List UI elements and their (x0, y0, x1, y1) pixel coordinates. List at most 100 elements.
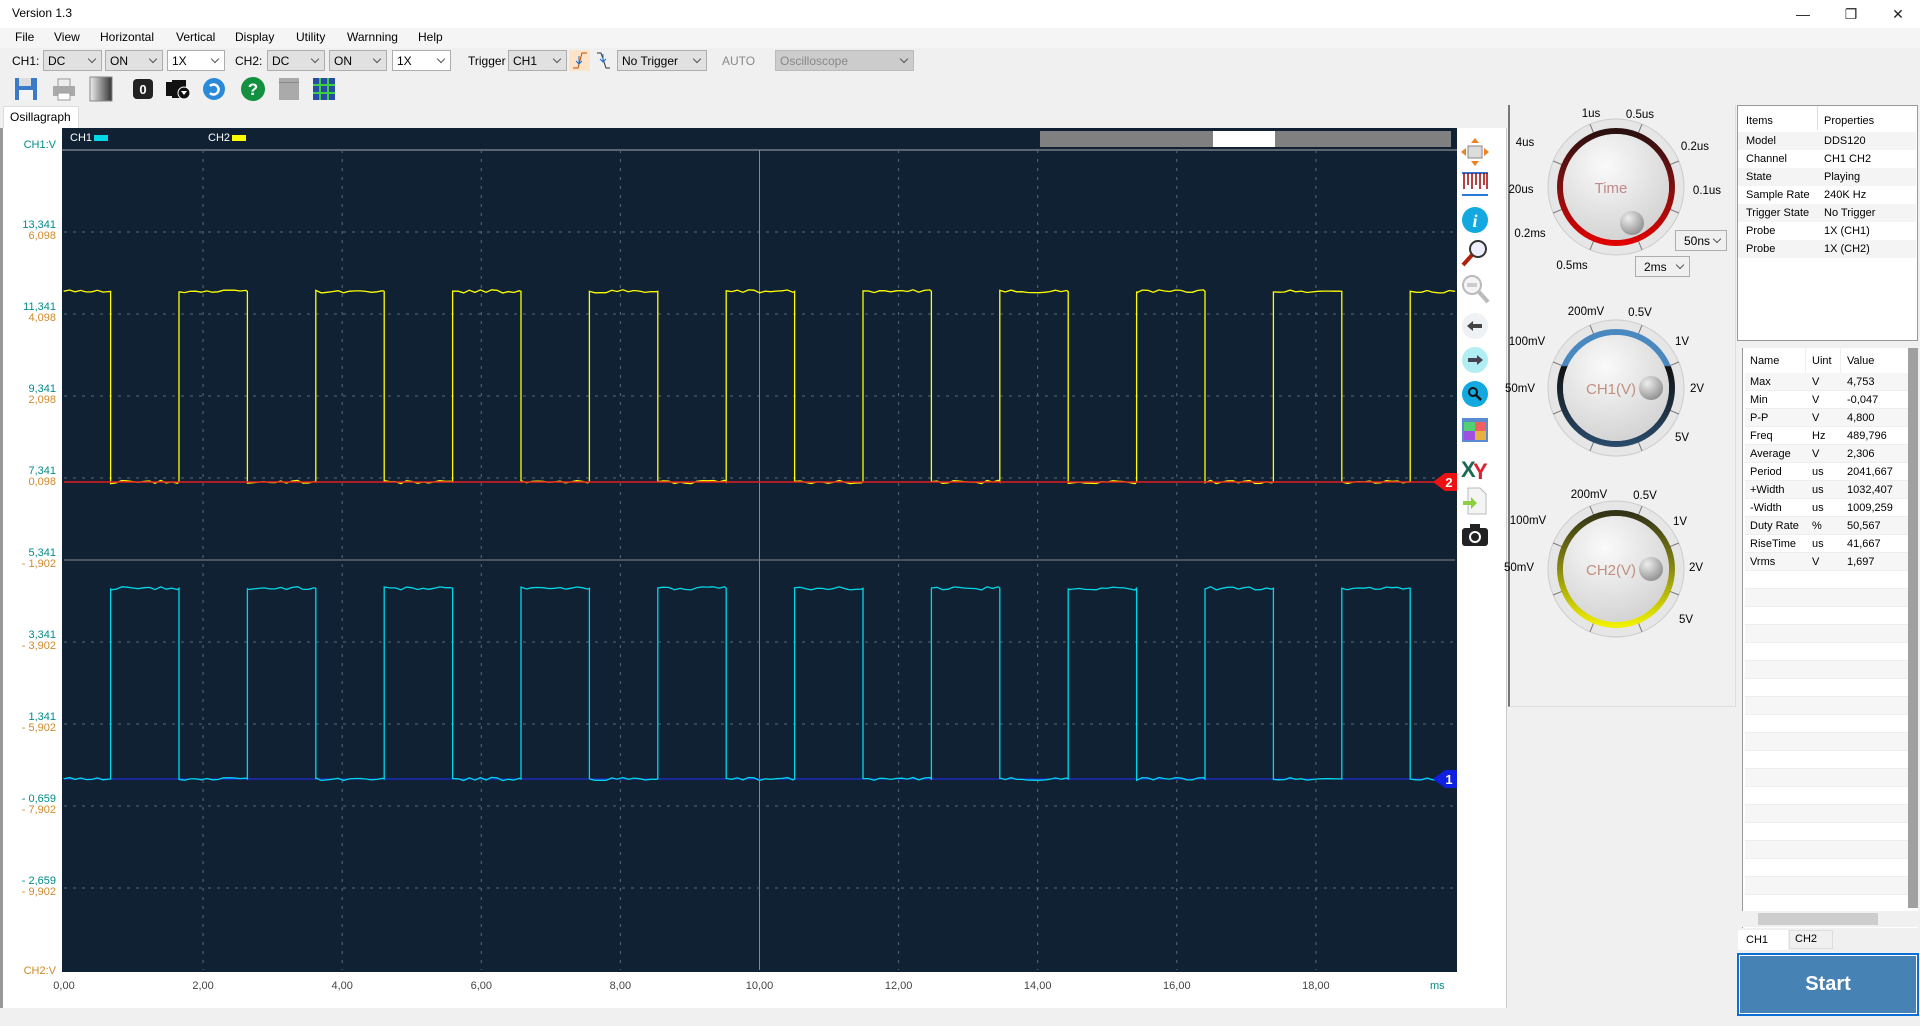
scrollbar-thumb[interactable] (1758, 913, 1878, 925)
x-axis-labels: ms 0,00 2,00 4,00 6,00 8,00 10,00 12,00 14,00 16… (53, 972, 1462, 1008)
knob-scale-label[interactable]: 0.2ms (1514, 228, 1545, 240)
empty-row (1745, 841, 1909, 859)
menu-view[interactable]: View (54, 30, 80, 44)
timebase-select[interactable]: 2ms (1635, 256, 1690, 277)
restore-button[interactable]: ❐ (1831, 2, 1871, 26)
grid-icon[interactable] (311, 76, 337, 102)
knob-scale-label[interactable]: 100mV (1509, 336, 1545, 348)
export-icon[interactable] (1460, 486, 1490, 516)
knob-scale-label[interactable]: 0.5us (1626, 109, 1654, 121)
knob-scale-label[interactable]: 200mV (1568, 306, 1604, 318)
menu-file[interactable]: File (15, 30, 34, 44)
knob-scale-label[interactable]: 4us (1516, 137, 1535, 149)
time-fine-value: 50ns (1684, 234, 1711, 248)
rising-edge-icon[interactable] (569, 50, 590, 71)
ch2-probe-select[interactable]: 1X (392, 50, 451, 71)
menu-utility[interactable]: Utility (296, 30, 325, 44)
ch1-coupling-select[interactable]: DC (43, 50, 102, 71)
horizontal-position-scrollbar[interactable] (1040, 131, 1451, 147)
knob-scale-label[interactable]: 2V (1690, 383, 1704, 395)
panel-icon[interactable] (276, 76, 302, 102)
color-palette-icon[interactable] (1460, 415, 1490, 445)
knob-scale-label[interactable]: 50mV (1505, 383, 1535, 395)
ch1-state-select[interactable]: ON (105, 50, 163, 71)
camera-icon[interactable] (1460, 520, 1490, 550)
info-icon[interactable]: i (1460, 205, 1490, 235)
oscilloscope-plot[interactable]: 21 CH1 CH2 (62, 128, 1457, 972)
measurement-value: 4,753 (1847, 376, 1875, 388)
refresh-icon[interactable] (201, 76, 227, 102)
ch2-state-select[interactable]: ON (329, 50, 387, 71)
zoom-in-icon[interactable] (1460, 238, 1490, 268)
knob-scale-label[interactable]: 5V (1679, 614, 1693, 626)
knob-scale-label[interactable]: 20us (1509, 184, 1534, 196)
record-icon[interactable] (165, 76, 191, 102)
measurement-value: -0,047 (1847, 394, 1879, 406)
gradient-icon[interactable] (88, 76, 114, 102)
minimize-button[interactable]: — (1783, 2, 1823, 26)
knob-scale-label[interactable]: 0.2us (1681, 141, 1709, 153)
close-button[interactable]: ✕ (1878, 2, 1918, 26)
ch1-probe-select[interactable]: 1X (167, 50, 225, 71)
measurement-row: Min V -0,047 (1745, 391, 1909, 409)
svg-text:Y: Y (1473, 459, 1488, 482)
ch2-coupling-select[interactable]: DC (267, 50, 325, 71)
menu-display[interactable]: Display (235, 30, 274, 44)
save-icon[interactable] (13, 76, 39, 102)
waveform-display[interactable]: 21 (62, 128, 1457, 972)
x-tick-label: 18,00 (1302, 980, 1330, 992)
forward-arrow-icon[interactable] (1460, 345, 1490, 375)
trigger-mode-select[interactable]: No Trigger (617, 50, 707, 71)
tab-ch2[interactable]: CH2 (1789, 930, 1833, 949)
header-name: Name (1750, 355, 1780, 367)
knob-scale-label[interactable]: 200mV (1571, 489, 1607, 501)
knob-scale-label[interactable]: 0.5ms (1556, 260, 1587, 272)
menu-warnning[interactable]: Warnning (347, 30, 398, 44)
measurement-name: Vrms (1750, 556, 1776, 568)
tab-ch1[interactable]: CH1 (1738, 930, 1788, 950)
knob-scale-label[interactable]: 1V (1675, 336, 1689, 348)
menu-vertical[interactable]: Vertical (176, 30, 215, 44)
auto-fit-icon[interactable] (1460, 137, 1490, 167)
menu-help[interactable]: Help (418, 30, 443, 44)
ch1-coupling-value: DC (48, 54, 66, 68)
search-icon[interactable] (1460, 379, 1490, 409)
knob-scale-label[interactable]: 0.5V (1633, 490, 1657, 502)
knob-scale-label[interactable]: 1V (1673, 516, 1687, 528)
zero-icon[interactable]: 0 (130, 76, 156, 102)
measure-ruler-icon[interactable] (1460, 169, 1490, 199)
help-icon[interactable]: ? (240, 76, 266, 102)
falling-edge-icon[interactable] (594, 50, 613, 71)
knob-scale-label[interactable]: 0.1us (1693, 185, 1721, 197)
channel-toolbar: CH1: DC ON 1X CH2: DC ON 1X Trigger CH1 … (0, 48, 1920, 74)
empty-row (1745, 859, 1909, 877)
auto-button[interactable]: AUTO (722, 54, 755, 68)
measurements-horizontal-scrollbar[interactable] (1742, 911, 1918, 927)
menu-horizontal[interactable]: Horizontal (100, 30, 154, 44)
measurement-name: Max (1750, 376, 1771, 388)
knob-scale-label[interactable]: 5V (1675, 432, 1689, 444)
knob-scale-label[interactable]: 0.5V (1628, 307, 1652, 319)
trigger-source-select[interactable]: CH1 (508, 50, 567, 71)
tab-osillagraph[interactable]: Osillagraph (3, 106, 79, 128)
measurement-unit: V (1812, 412, 1820, 424)
xy-mode-icon[interactable]: XY (1460, 452, 1490, 482)
mode-select[interactable]: Oscilloscope (775, 50, 914, 71)
header-items: Items (1746, 115, 1773, 127)
zoom-out-icon[interactable] (1460, 274, 1490, 304)
property-row: Probe 1X (CH1) (1738, 222, 1916, 240)
measurement-value: 1009,259 (1847, 502, 1893, 514)
legend-ch2: CH2 (208, 132, 231, 144)
measurements-vertical-scrollbar[interactable] (1908, 348, 1918, 908)
print-icon[interactable] (51, 76, 77, 102)
scrollbar-thumb[interactable] (1213, 131, 1275, 147)
time-fine-select[interactable]: 50ns (1675, 230, 1727, 251)
back-arrow-icon[interactable] (1460, 311, 1490, 341)
knob-scale-label[interactable]: 100mV (1510, 515, 1546, 527)
knob-scale-label[interactable]: 2V (1689, 562, 1703, 574)
knob-scale-label[interactable]: 50mV (1504, 562, 1534, 574)
start-button[interactable]: Start (1737, 953, 1919, 1016)
knob-scale-label[interactable]: 1us (1582, 108, 1601, 120)
measurement-unit: V (1812, 448, 1820, 460)
measurement-value: 2041,667 (1847, 466, 1893, 478)
